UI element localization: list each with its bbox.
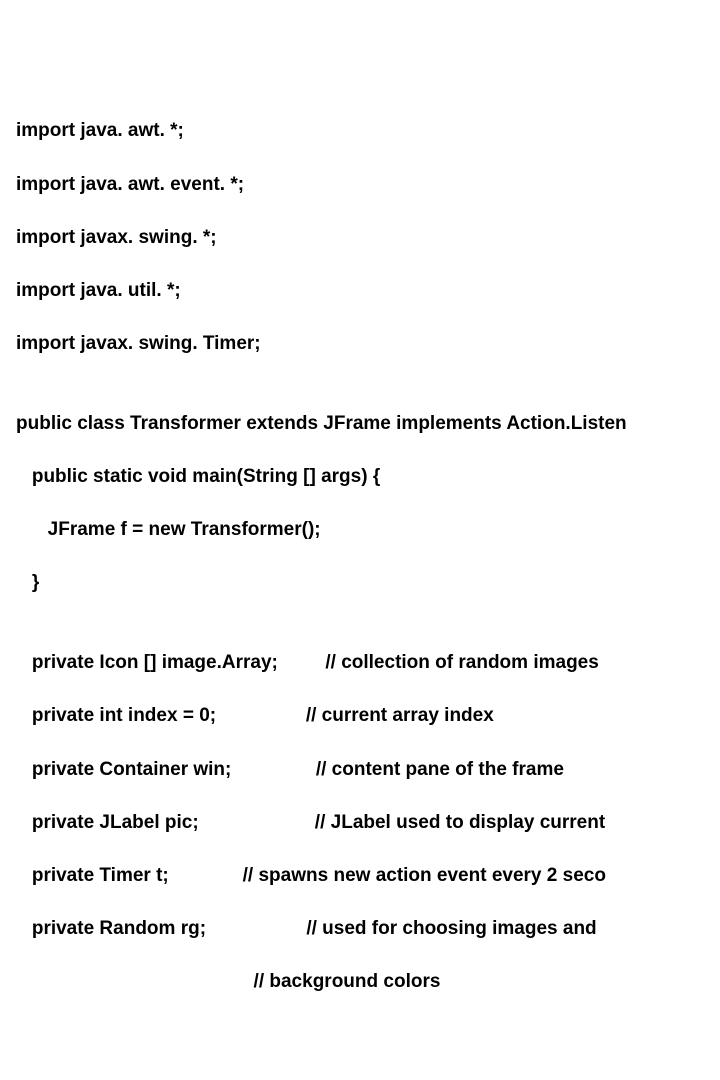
code-line: private Icon [] image.Array; // collecti… xyxy=(16,650,704,677)
code-line: import java. awt. *; xyxy=(16,118,704,145)
code-line: private Container win; // content pane o… xyxy=(16,757,704,784)
code-line: private int index = 0; // current array … xyxy=(16,703,704,730)
code-line: import java. util. *; xyxy=(16,278,704,305)
code-line: import javax. swing. Timer; xyxy=(16,331,704,358)
code-line: private Random rg; // used for choosing … xyxy=(16,916,704,943)
code-line: private JLabel pic; // JLabel used to di… xyxy=(16,810,704,837)
code-line: // background colors xyxy=(16,969,704,996)
code-line: private Timer t; // spawns new action ev… xyxy=(16,863,704,890)
code-line: import java. awt. event. *; xyxy=(16,172,704,199)
code-line: public class Transformer extends JFrame … xyxy=(16,411,704,438)
code-line: import javax. swing. *; xyxy=(16,225,704,252)
code-line: public static void main(String [] args) … xyxy=(16,464,704,491)
code-line: } xyxy=(16,570,704,597)
